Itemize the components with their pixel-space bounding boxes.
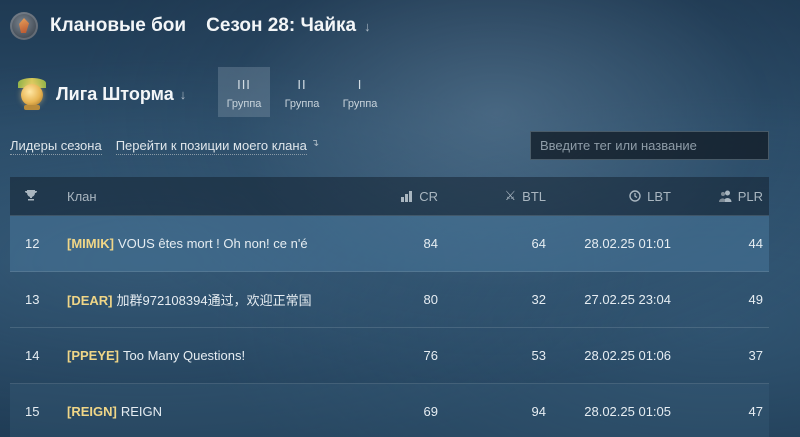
clan-battles-logo-icon (10, 12, 38, 40)
jump-icon[interactable]: ↴ (311, 138, 319, 155)
plr-cell: 47 (748, 404, 763, 419)
group-roman: I (357, 77, 363, 92)
tab-group-1[interactable]: I Группа (334, 67, 386, 117)
plr-cell: 37 (748, 348, 763, 363)
clock-icon (629, 190, 641, 202)
lbt-header[interactable]: LBT (546, 189, 671, 204)
lbt-cell: 28.02.25 01:05 (584, 404, 671, 419)
btl-cell: 64 (531, 236, 546, 251)
rank-cell: 14 (25, 348, 40, 363)
clan-header[interactable]: Клан (67, 189, 367, 204)
goto-my-clan-link[interactable]: Перейти к позиции моего клана (115, 138, 307, 155)
league-name: Лига Шторма (56, 83, 174, 104)
season-selector[interactable]: Сезон 28: Чайка (206, 15, 356, 37)
table-row[interactable]: 15 [REIGN] REIGN 69 94 28.02.25 01:05 47 (10, 384, 769, 437)
tab-group-2[interactable]: II Группа (276, 67, 328, 117)
group-label: Группа (226, 98, 262, 110)
clan-cell: [DEAR] 加群972108394通过，欢迎正常国 (67, 290, 367, 309)
btl-header-label: BTL (522, 188, 546, 204)
cr-header-label: CR (419, 188, 438, 204)
lbt-cell: 27.02.25 23:04 (584, 292, 671, 307)
table-row[interactable]: 12 [MIMIK] VOUS êtes mort ! Oh non! ce n'… (10, 216, 769, 272)
cr-cell: 76 (423, 348, 438, 363)
clan-tag: [DEAR] (67, 293, 113, 308)
group-label: Группа (284, 98, 320, 110)
clan-cell: [MIMIK] VOUS êtes mort ! Oh non! ce n'é (67, 236, 367, 251)
clan-cell: [REIGN] REIGN (67, 404, 367, 419)
table-row[interactable]: 13 [DEAR] 加群972108394通过，欢迎正常国 80 32 27.02… (10, 272, 769, 328)
lbt-header-label: LBT (647, 188, 671, 204)
clan-name: Too Many Questions! (123, 348, 246, 363)
rank-header[interactable] (10, 189, 67, 204)
plr-header-label: PLR (737, 188, 763, 204)
clan-ranking-table: Клан CR ⚔ BTL LBT PLR 12 [MIMIK] VOUS ête… (10, 177, 769, 437)
players-icon (718, 190, 732, 202)
btl-cell: 94 (531, 404, 546, 419)
group-roman: II (297, 77, 307, 92)
clan-search-input[interactable] (530, 131, 769, 160)
clan-name: 加群972108394通过，欢迎正常国 (116, 293, 312, 308)
clan-name: VOUS êtes mort ! Oh non! ce n'é (117, 236, 308, 251)
btl-cell: 53 (531, 348, 546, 363)
cr-cell: 69 (423, 404, 438, 419)
plr-cell: 49 (748, 292, 763, 307)
page-header: Клановые бои Сезон 28: Чайка ↓ (10, 8, 371, 44)
cr-cell: 80 (423, 292, 438, 307)
clan-tag: [REIGN] (67, 404, 117, 419)
cr-cell: 84 (423, 236, 438, 251)
league-selector[interactable]: Лига Шторма ↓ (18, 76, 186, 112)
lbt-cell: 28.02.25 01:01 (584, 236, 671, 251)
tab-group-3[interactable]: III Группа (218, 67, 270, 117)
table-row[interactable]: 14 [PPEYE] Too Many Questions! 76 53 28.0… (10, 328, 769, 384)
btl-cell: 32 (531, 292, 546, 307)
rating-bars-icon (401, 190, 413, 202)
table-header: Клан CR ⚔ BTL LBT PLR (10, 177, 769, 216)
crossed-swords-icon: ⚔ (504, 188, 517, 203)
league-arrow-icon[interactable]: ↓ (180, 87, 187, 102)
trophy-icon (25, 189, 37, 200)
clan-tag: [MIMIK] (67, 236, 114, 251)
clan-name: REIGN (120, 404, 163, 419)
page-title: Клановые бои (50, 15, 187, 36)
lbt-cell: 28.02.25 01:06 (584, 348, 671, 363)
storm-league-icon (18, 76, 46, 112)
cr-header[interactable]: CR (367, 189, 438, 204)
rank-cell: 13 (25, 292, 40, 307)
plr-header[interactable]: PLR (671, 189, 763, 204)
season-arrow-icon[interactable]: ↓ (364, 19, 371, 34)
rank-cell: 12 (25, 236, 40, 251)
group-tabs: III Группа II Группа I Группа (218, 67, 392, 117)
top-links: Лидеры сезона Перейти к позиции моего кл… (10, 138, 319, 155)
clan-cell: [PPEYE] Too Many Questions! (67, 348, 367, 363)
clan-tag: [PPEYE] (67, 348, 120, 363)
rank-cell: 15 (25, 404, 40, 419)
group-label: Группа (342, 98, 378, 110)
plr-cell: 44 (748, 236, 763, 251)
btl-header[interactable]: ⚔ BTL (438, 188, 547, 204)
group-roman: III (237, 77, 251, 92)
season-leaders-link[interactable]: Лидеры сезона (10, 138, 102, 155)
